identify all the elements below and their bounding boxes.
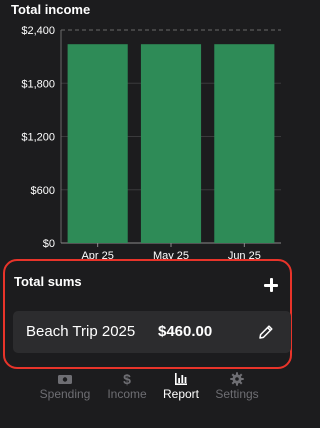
tab-label: Settings — [215, 387, 259, 401]
tab-bar: Spending $ Income Report Settings — [0, 372, 300, 412]
svg-text:$: $ — [123, 372, 131, 386]
income-bar-chart: $0$600$1,200$1,800$2,400Apr 25 May 25 Jun … — [21, 25, 281, 260]
y-tick-label: $600 — [31, 185, 55, 197]
tab-spending[interactable]: Spending — [35, 372, 95, 408]
y-tick-label: $1,800 — [21, 78, 55, 90]
tab-label: Report — [162, 387, 200, 401]
gear-icon — [230, 372, 244, 386]
wallet-icon — [58, 375, 72, 384]
tab-label: Income — [107, 387, 147, 401]
chart-title: Total income — [11, 2, 91, 17]
sum-name: Beach Trip 2025 — [26, 323, 136, 340]
plus-icon[interactable] — [263, 277, 279, 293]
tab-label: Spending — [39, 387, 91, 401]
pencil-icon[interactable] — [257, 323, 275, 341]
bar — [214, 44, 275, 244]
bar-chart-icon — [175, 373, 187, 385]
tab-report[interactable]: Report — [151, 372, 211, 408]
y-tick-label: $0 — [43, 238, 55, 250]
sum-amount: $460.00 — [158, 323, 213, 340]
total-sums-title: Total sums — [14, 274, 82, 289]
tab-settings[interactable]: Settings — [207, 372, 267, 408]
y-tick-label: $2,400 — [21, 25, 55, 37]
bar — [140, 44, 202, 244]
sum-row[interactable]: Beach Trip 2025 $460.00 — [13, 311, 291, 353]
tab-income[interactable]: $ Income — [97, 372, 157, 408]
dollar-icon: $ — [123, 372, 131, 386]
y-tick-label: $1,200 — [21, 132, 55, 144]
bar — [67, 44, 128, 244]
total-sums-panel: Total sums Beach Trip 2025 $460.00 — [3, 259, 292, 369]
